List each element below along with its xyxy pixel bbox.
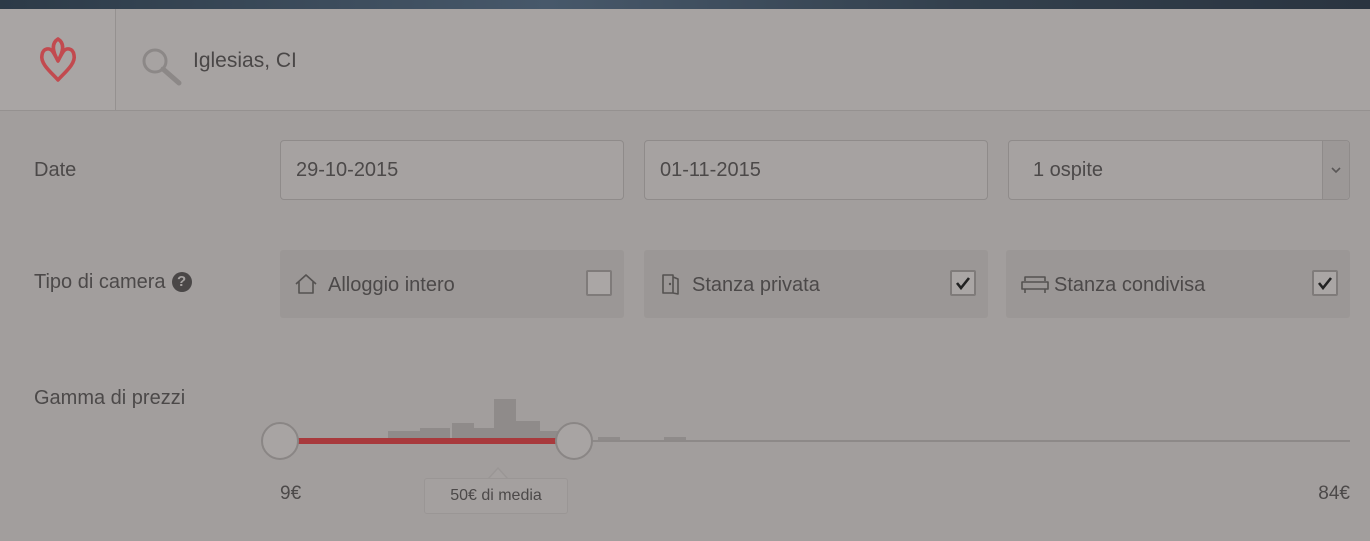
price-min-value: 9€ <box>280 483 302 504</box>
airbnb-logo[interactable] <box>0 9 116 110</box>
chevron-down-icon[interactable] <box>1322 141 1349 199</box>
average-tooltip-arrow <box>488 467 508 479</box>
price-histogram <box>388 399 686 441</box>
checkbox-shared[interactable] <box>1312 270 1338 296</box>
door-icon <box>662 274 679 295</box>
checkbox-entire[interactable] <box>586 270 612 296</box>
checkout-field[interactable]: 01-11-2015 <box>644 140 988 200</box>
background-strip <box>0 0 1370 9</box>
average-price-tooltip: 50€ di media <box>424 478 568 514</box>
search-bar <box>0 9 1370 111</box>
search-input[interactable] <box>193 45 793 77</box>
price-min-handle[interactable] <box>261 422 299 460</box>
dates-label: Date <box>34 159 77 181</box>
sofa-icon <box>1021 276 1049 293</box>
guests-select[interactable]: 1 ospite <box>1008 140 1350 200</box>
room-option-shared[interactable]: Stanza condivisa <box>1006 250 1350 318</box>
checkin-value: 29-10-2015 <box>296 159 399 181</box>
search-icon <box>142 48 182 86</box>
room-option-label: Stanza condivisa <box>1054 274 1206 296</box>
room-option-label: Alloggio intero <box>328 274 455 296</box>
guests-value: 1 ospite <box>1033 159 1104 181</box>
house-icon <box>295 274 317 294</box>
checkmark-icon <box>1317 277 1333 290</box>
checkin-field[interactable]: 29-10-2015 <box>280 140 624 200</box>
checkmark-icon <box>955 277 971 290</box>
price-max-handle[interactable] <box>555 422 593 460</box>
checkout-value: 01-11-2015 <box>660 159 761 181</box>
price-max-value: 84€ <box>1318 483 1350 504</box>
help-icon[interactable]: ? <box>171 271 192 292</box>
room-option-private[interactable]: Stanza privata <box>644 250 988 318</box>
price-range-label: Gamma di prezzi <box>34 387 186 409</box>
room-option-label: Stanza privata <box>692 274 820 296</box>
room-type-label: Tipo di camera? <box>34 271 192 294</box>
airbnb-logo-icon <box>39 36 76 82</box>
room-option-entire[interactable]: Alloggio intero <box>280 250 624 318</box>
price-slider-range <box>280 438 576 444</box>
room-type-label-text: Tipo di camera <box>34 271 166 293</box>
checkbox-private[interactable] <box>950 270 976 296</box>
